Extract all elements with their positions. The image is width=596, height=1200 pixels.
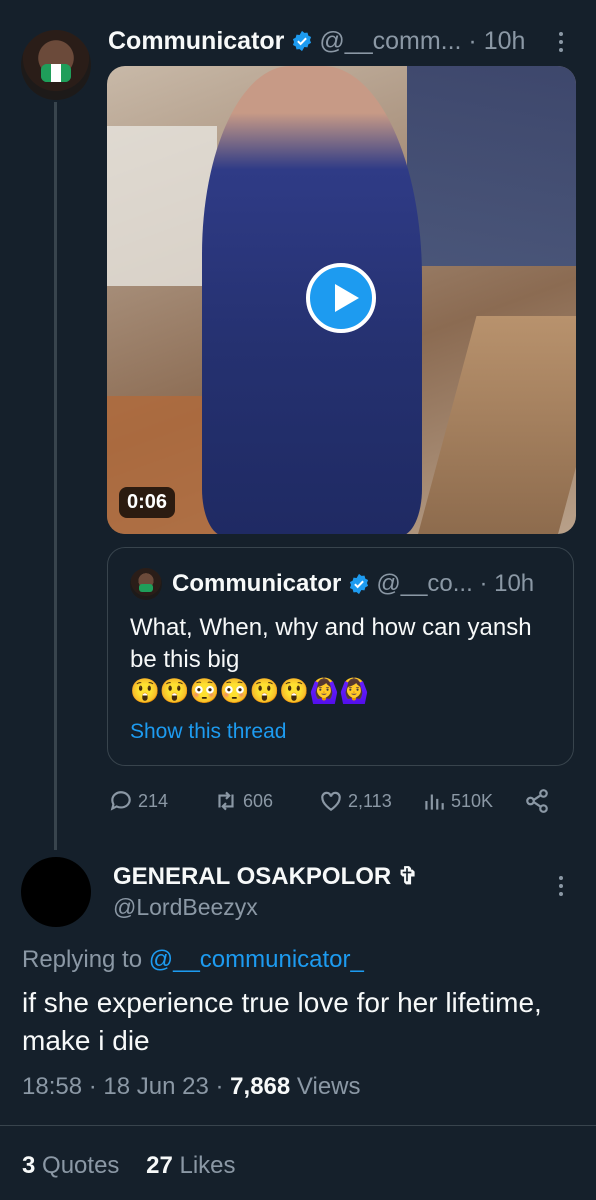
quotes-count: 3: [22, 1152, 36, 1179]
like-button[interactable]: 2,113: [318, 788, 392, 814]
quote-avatar: [130, 568, 162, 600]
quote-text: What, When, why and how can yansh be thi…: [130, 614, 532, 673]
reply-views-label: Views: [296, 1073, 361, 1100]
separator-dot: ·: [461, 26, 484, 55]
replying-prefix: Replying to: [22, 946, 143, 973]
views-icon: [425, 794, 444, 810]
quoted-tweet[interactable]: Communicator @__co... · 10h What, When, …: [107, 547, 574, 766]
author-name[interactable]: Communicator: [108, 27, 284, 56]
engagement-stats: 3 Quotes 27 Likes: [22, 1152, 236, 1180]
quote-emojis: 😲😲😳😳😲😲🙆‍♀️🙆‍♀️: [130, 678, 370, 705]
quotes-label: Quotes: [42, 1152, 120, 1179]
reply-author-avatar[interactable]: [21, 857, 91, 927]
more-options-icon[interactable]: [548, 28, 574, 56]
quote-time: 10h: [494, 570, 535, 597]
reply-icon: [110, 791, 131, 811]
thread-line: [54, 102, 57, 850]
video-player[interactable]: 0:06: [107, 66, 576, 534]
reply-author-name[interactable]: GENERAL OSAKPOLOR ✞: [113, 862, 418, 891]
reply-text: if she experience true love for her life…: [22, 987, 542, 1056]
play-icon[interactable]: [306, 263, 376, 333]
quote-header: Communicator @__co... · 10h: [130, 568, 534, 600]
heart-icon: [321, 791, 341, 811]
reply-button[interactable]: 214: [108, 788, 168, 814]
retweet-count: 606: [243, 790, 274, 811]
share-icon: [526, 789, 548, 813]
reply-meta: 18:58 · 18 Jun 23 · 7,868 Views: [22, 1073, 361, 1100]
separator-dot: ·: [472, 570, 495, 597]
quote-text-block: What, When, why and how can yansh be thi…: [130, 612, 550, 708]
reply-count: 214: [138, 790, 169, 811]
likes-count: 27: [146, 1152, 173, 1179]
views-button[interactable]: 510K: [421, 788, 493, 814]
reply-time[interactable]: 18:58: [22, 1073, 82, 1100]
views-count: 510K: [451, 790, 494, 811]
quote-author-handle: @__co...: [376, 570, 473, 597]
reply-date[interactable]: 18 Jun 23: [103, 1073, 208, 1100]
retweet-button[interactable]: 606: [213, 788, 273, 814]
quote-author-name: Communicator: [172, 570, 342, 597]
author-avatar[interactable]: [21, 30, 91, 100]
more-options-icon[interactable]: [548, 872, 574, 900]
tweet-actions: 214 606 2,113 510K: [108, 788, 568, 818]
quotes-stat[interactable]: 3 Quotes: [22, 1152, 119, 1179]
tweet-time[interactable]: 10h: [484, 27, 526, 56]
reply-author-handle[interactable]: @LordBeezyx: [113, 894, 258, 921]
video-duration: 0:06: [119, 487, 176, 518]
reply-views-count: 7,868: [230, 1073, 291, 1100]
show-thread-link[interactable]: Show this thread: [130, 720, 286, 744]
like-count: 2,113: [348, 790, 392, 811]
share-button[interactable]: [524, 788, 554, 814]
author-handle[interactable]: @__comm...: [319, 27, 461, 56]
replying-to-link[interactable]: @__communicator_: [149, 946, 364, 973]
replying-to-line: Replying to @__communicator_: [22, 946, 364, 974]
likes-stat[interactable]: 27 Likes: [146, 1152, 235, 1179]
tweet-header: Communicator @__comm... · 10h: [108, 24, 525, 58]
retweet-icon: [218, 791, 234, 811]
verified-badge-icon: [350, 573, 369, 595]
verified-badge-icon: [293, 30, 312, 52]
divider: [0, 1125, 596, 1126]
likes-label: Likes: [179, 1152, 236, 1179]
